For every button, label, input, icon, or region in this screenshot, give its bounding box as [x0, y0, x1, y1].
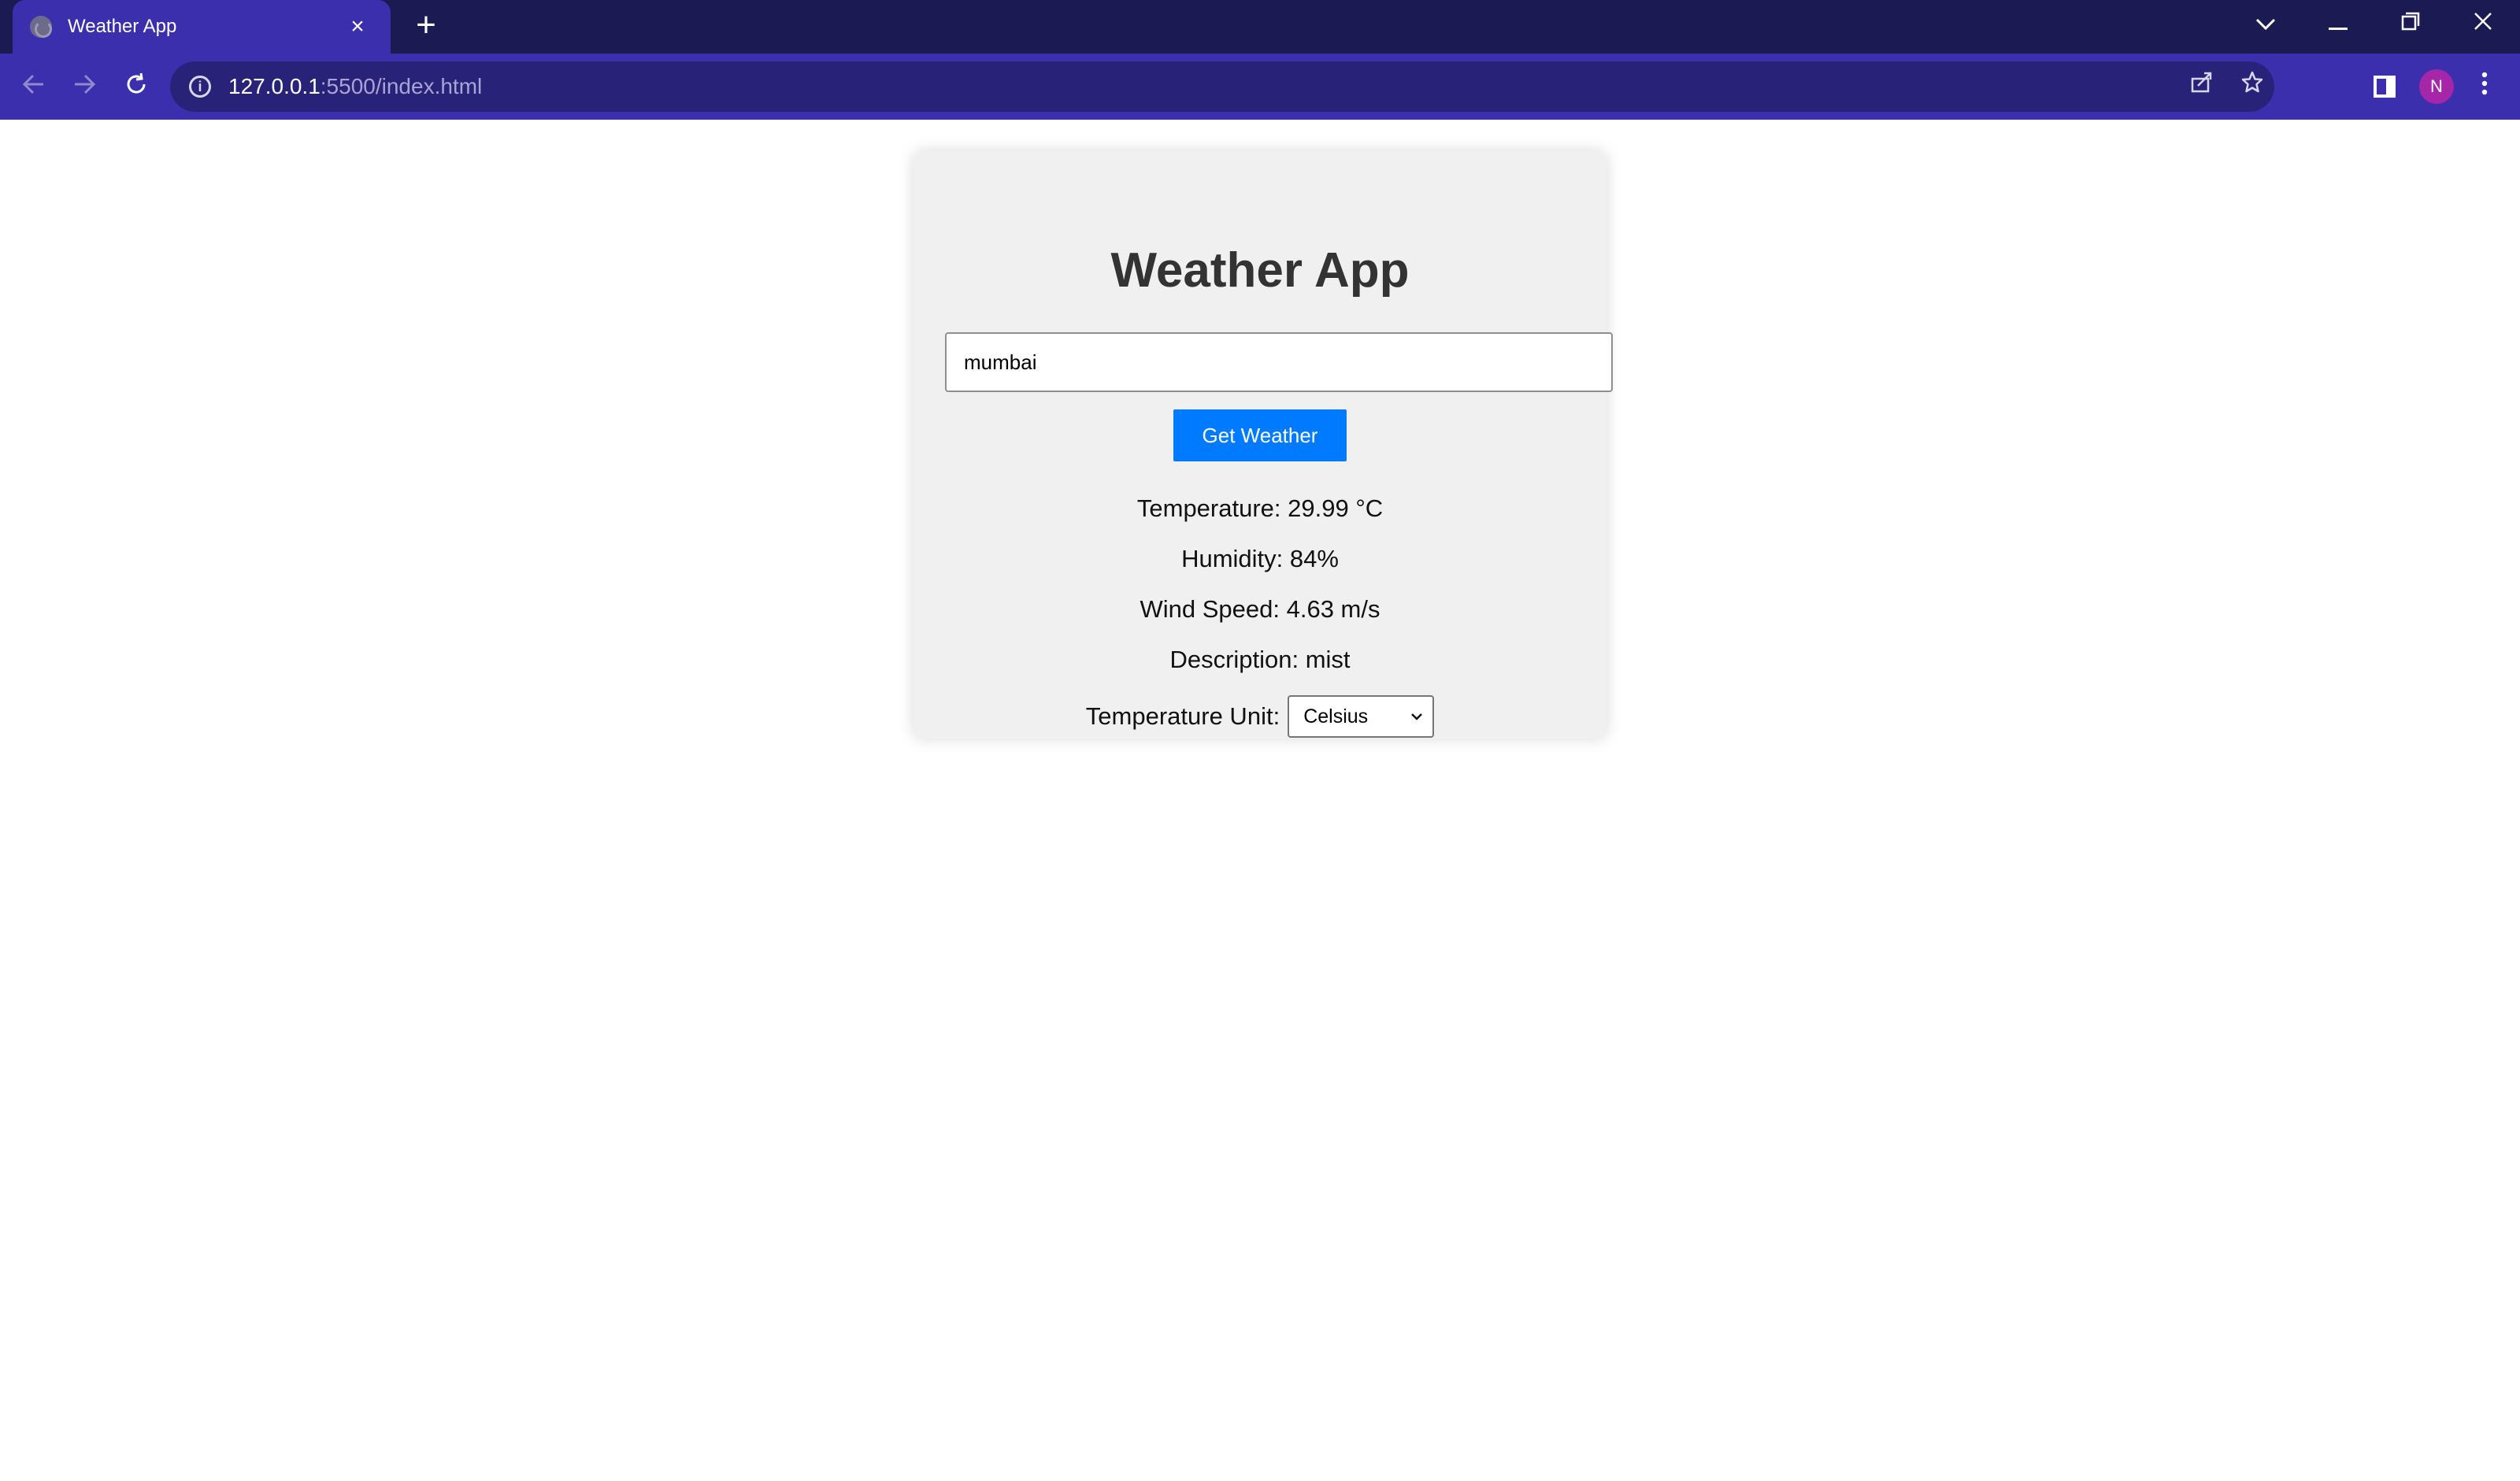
new-tab-button[interactable]: + [408, 8, 444, 44]
bookmark-star-icon[interactable] [2235, 69, 2270, 104]
unit-selected-value: Celsius [1303, 705, 1369, 728]
browser-tab[interactable]: Weather App × [13, 0, 391, 54]
tab-search-icon[interactable] [2238, 0, 2293, 47]
globe-icon [30, 16, 52, 38]
humidity-text: Humidity: 84% [1181, 545, 1339, 572]
tab-strip: Weather App × + [0, 0, 2520, 54]
restore-icon[interactable] [2383, 0, 2438, 47]
description-text: Description: mist [1169, 646, 1351, 673]
unit-row: Temperature Unit: Celsius [914, 694, 1606, 739]
wind-speed-text: Wind Speed: 4.63 m/s [1140, 595, 1380, 623]
temperature-text: Temperature: 29.99 °C [1136, 494, 1384, 522]
weather-card: Weather App Get Weather Temperature: 29.… [914, 151, 1613, 739]
minimize-icon[interactable] [2311, 0, 2366, 47]
browser-toolbar: i 127.0.0.1:5500/index.html N [0, 54, 2520, 120]
reload-icon[interactable] [117, 68, 156, 107]
forward-icon[interactable] [65, 68, 104, 107]
menu-dots-icon[interactable] [2473, 69, 2496, 104]
share-icon[interactable] [2185, 69, 2219, 104]
unit-select[interactable]: Celsius [1288, 695, 1435, 738]
url-text[interactable]: 127.0.0.1:5500/index.html [228, 74, 482, 99]
back-icon[interactable] [14, 68, 54, 107]
page-title: Weather App [1110, 243, 1410, 298]
close-window-icon[interactable] [2455, 0, 2511, 47]
city-input[interactable] [945, 332, 1613, 392]
chevron-down-icon [1409, 709, 1425, 724]
profile-avatar[interactable]: N [2419, 69, 2454, 104]
page-content: Weather App Get Weather Temperature: 29.… [0, 120, 2520, 1481]
address-bar[interactable]: i 127.0.0.1:5500/index.html [170, 61, 2274, 112]
tab-title: Weather App [68, 16, 177, 37]
close-tab-icon[interactable]: × [342, 13, 373, 40]
site-info-icon[interactable]: i [189, 76, 211, 98]
side-panel-icon[interactable] [2374, 76, 2396, 98]
unit-label: Temperature Unit: [1085, 702, 1280, 730]
get-weather-button[interactable]: Get Weather [1173, 409, 1347, 461]
